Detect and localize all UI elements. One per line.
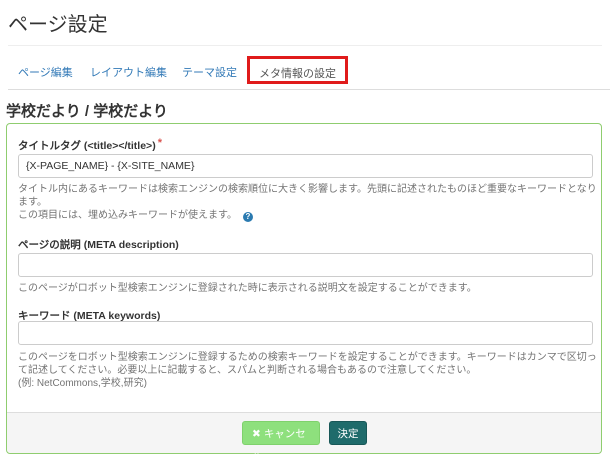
keywords-help-line: (例: NetCommons,学校,研究) — [18, 378, 147, 389]
title-tag-label: タイトルタグ (<title></title>) * — [18, 137, 162, 153]
question-circle-icon[interactable]: ? — [243, 212, 253, 222]
required-mark: * — [157, 137, 162, 149]
title-tag-help: タイトル内にあるキーワードは検索エンジンの検索順位に大きく影響します。先頭に記述… — [18, 183, 598, 222]
close-icon: ✖ — [252, 428, 261, 440]
description-help: このページがロボット型検索エンジンに登録された時に表示される説明文を設定すること… — [18, 283, 477, 294]
title-divider — [8, 45, 602, 46]
tab-meta-settings[interactable]: メタ情報の設定 — [247, 56, 348, 84]
title-tag-help-line: ます。 — [18, 197, 47, 208]
tab-theme-settings[interactable]: テーマ設定 — [182, 64, 237, 80]
title-tag-help-line: タイトル内にあるキーワードは検索エンジンの検索順位に大きく影響します。先頭に記述… — [18, 184, 597, 195]
panel-footer: ✖キャンセル 決定 — [7, 412, 601, 457]
title-tag-label-text: タイトルタグ (<title></title>) — [18, 140, 156, 152]
cancel-button[interactable]: ✖キャンセル — [242, 421, 320, 457]
keywords-help-line: て記述してください。必要以上に記載すると、スパムと判断される場合もあるので注意し… — [18, 365, 477, 376]
keywords-input[interactable] — [18, 321, 593, 345]
description-label: ページの説明 (META description) — [18, 239, 179, 251]
embed-keyword-note: この項目には、埋め込みキーワードが使えます。 — [18, 210, 237, 221]
keywords-help: このページをロボット型検索エンジンに登録するための検索キーワードを設定することが… — [18, 351, 598, 390]
keywords-help-line: このページをロボット型検索エンジンに登録するための検索キーワードを設定することが… — [18, 352, 597, 363]
tab-layout-edit[interactable]: レイアウト編集 — [90, 64, 167, 80]
meta-settings-panel: タイトルタグ (<title></title>)* タイトル内にあるキーワードは… — [6, 123, 602, 457]
decide-button[interactable]: 決定 — [329, 421, 367, 445]
settings-tabs: ページ編集 レイアウト編集 テーマ設定 メタ情報の設定 — [8, 56, 610, 90]
tab-page-edit[interactable]: ページ編集 — [18, 64, 73, 80]
title-tag-input[interactable] — [18, 154, 593, 178]
panel-body: タイトルタグ (<title></title>)* タイトル内にあるキーワードは… — [7, 124, 601, 412]
description-input[interactable] — [18, 253, 593, 277]
block-title: 学校だより / 学校だより — [6, 103, 168, 120]
page-title: ページ設定 — [8, 14, 108, 36]
title-tag-help-line: この項目には、埋め込みキーワードが使えます。? — [18, 209, 598, 222]
